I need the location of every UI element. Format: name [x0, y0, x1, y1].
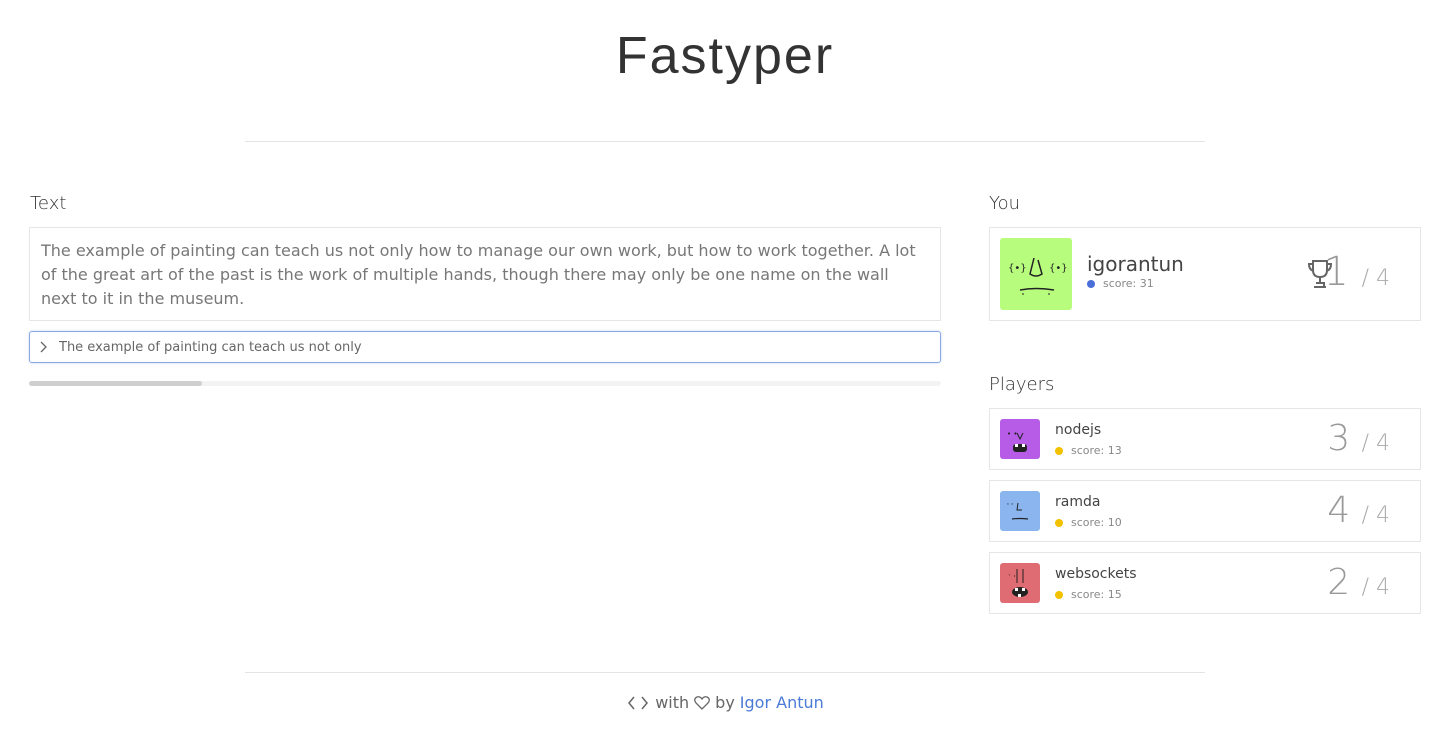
avatar: ' ': [1000, 491, 1040, 531]
footer-with-text: with: [655, 693, 690, 712]
header-divider: [245, 141, 1205, 142]
avatar: • •: [1000, 419, 1040, 459]
player-rank: 4 / 4: [1327, 493, 1390, 534]
app-title: Fastyper: [615, 27, 835, 85]
player-rank-total: / 4: [1361, 431, 1390, 456]
player-card-ramda: ' ' ramda score: 10 4 / 4: [989, 480, 1421, 542]
score-dot: [1055, 590, 1063, 599]
player-score: score: 13: [1055, 444, 1122, 457]
typing-progress-bar: [29, 381, 941, 386]
score-dot: [1055, 518, 1063, 527]
player-name: websockets: [1055, 566, 1137, 582]
you-score-text: score: 31: [1103, 277, 1154, 290]
player-rank: 3 / 4: [1327, 421, 1390, 462]
avatar-face: ' ': [1007, 502, 1029, 520]
player-name: ramda: [1055, 494, 1101, 510]
player-score-text: score: 13: [1071, 444, 1122, 457]
player-rank-total: / 4: [1361, 575, 1390, 600]
players-section-label: Players: [989, 374, 1055, 395]
avatar-face: {•} {•}: [1008, 257, 1068, 295]
author-link[interactable]: Igor Antun: [740, 693, 824, 712]
svg-text:{•}: {•}: [1008, 263, 1027, 274]
chevron-right-icon: [40, 341, 47, 353]
player-score-text: score: 10: [1071, 516, 1122, 529]
avatar-face: ` ': [1008, 569, 1028, 597]
typing-input[interactable]: The example of painting can teach us not…: [29, 331, 941, 363]
you-section-label: You: [989, 193, 1021, 214]
footer-divider: [245, 672, 1205, 673]
you-rank-total: / 4: [1361, 266, 1390, 291]
player-rank-position: 2: [1327, 562, 1351, 603]
avatar-face: • •: [1007, 430, 1027, 452]
passage-text: The example of painting can teach us not…: [29, 227, 941, 321]
typing-input-value: The example of painting can teach us not…: [59, 339, 362, 355]
player-rank: 2 / 4: [1327, 565, 1390, 606]
footer: with by Igor Antun: [0, 693, 1450, 712]
player-score: score: 15: [1055, 588, 1122, 601]
player-rank-position: 3: [1327, 418, 1351, 459]
player-score-text: score: 15: [1071, 588, 1122, 601]
player-rank-total: / 4: [1361, 503, 1390, 528]
player-name: nodejs: [1055, 422, 1102, 438]
svg-text:' ': ' ': [1007, 502, 1013, 510]
text-section-label: Text: [30, 193, 67, 214]
score-dot: [1087, 279, 1095, 288]
player-rank-position: 4: [1327, 490, 1351, 531]
you-player-score: score: 31: [1087, 277, 1154, 290]
footer-by-text: by: [715, 693, 735, 712]
player-card-nodejs: • • nodejs score: 13 3 / 4: [989, 408, 1421, 470]
you-player-name: igorantun: [1087, 252, 1184, 276]
you-rank-position: 1: [1323, 249, 1349, 295]
svg-text:{•}: {•}: [1049, 263, 1068, 274]
score-dot: [1055, 446, 1063, 455]
player-score: score: 10: [1055, 516, 1122, 529]
code-icon: [628, 696, 649, 709]
you-rank: 1 / 4: [1323, 252, 1390, 299]
typing-progress-fill: [29, 381, 203, 386]
you-card: {•} {•} igorantun score: 31 1 / 4: [989, 227, 1421, 321]
svg-text:• •: • •: [1007, 430, 1017, 438]
avatar: ` ': [1000, 563, 1040, 603]
heart-icon: [694, 696, 711, 710]
player-card-websockets: ` ' websockets score: 15 2 / 4: [989, 552, 1421, 614]
svg-text:` ': ` ': [1008, 574, 1016, 582]
avatar: {•} {•}: [1000, 238, 1072, 310]
